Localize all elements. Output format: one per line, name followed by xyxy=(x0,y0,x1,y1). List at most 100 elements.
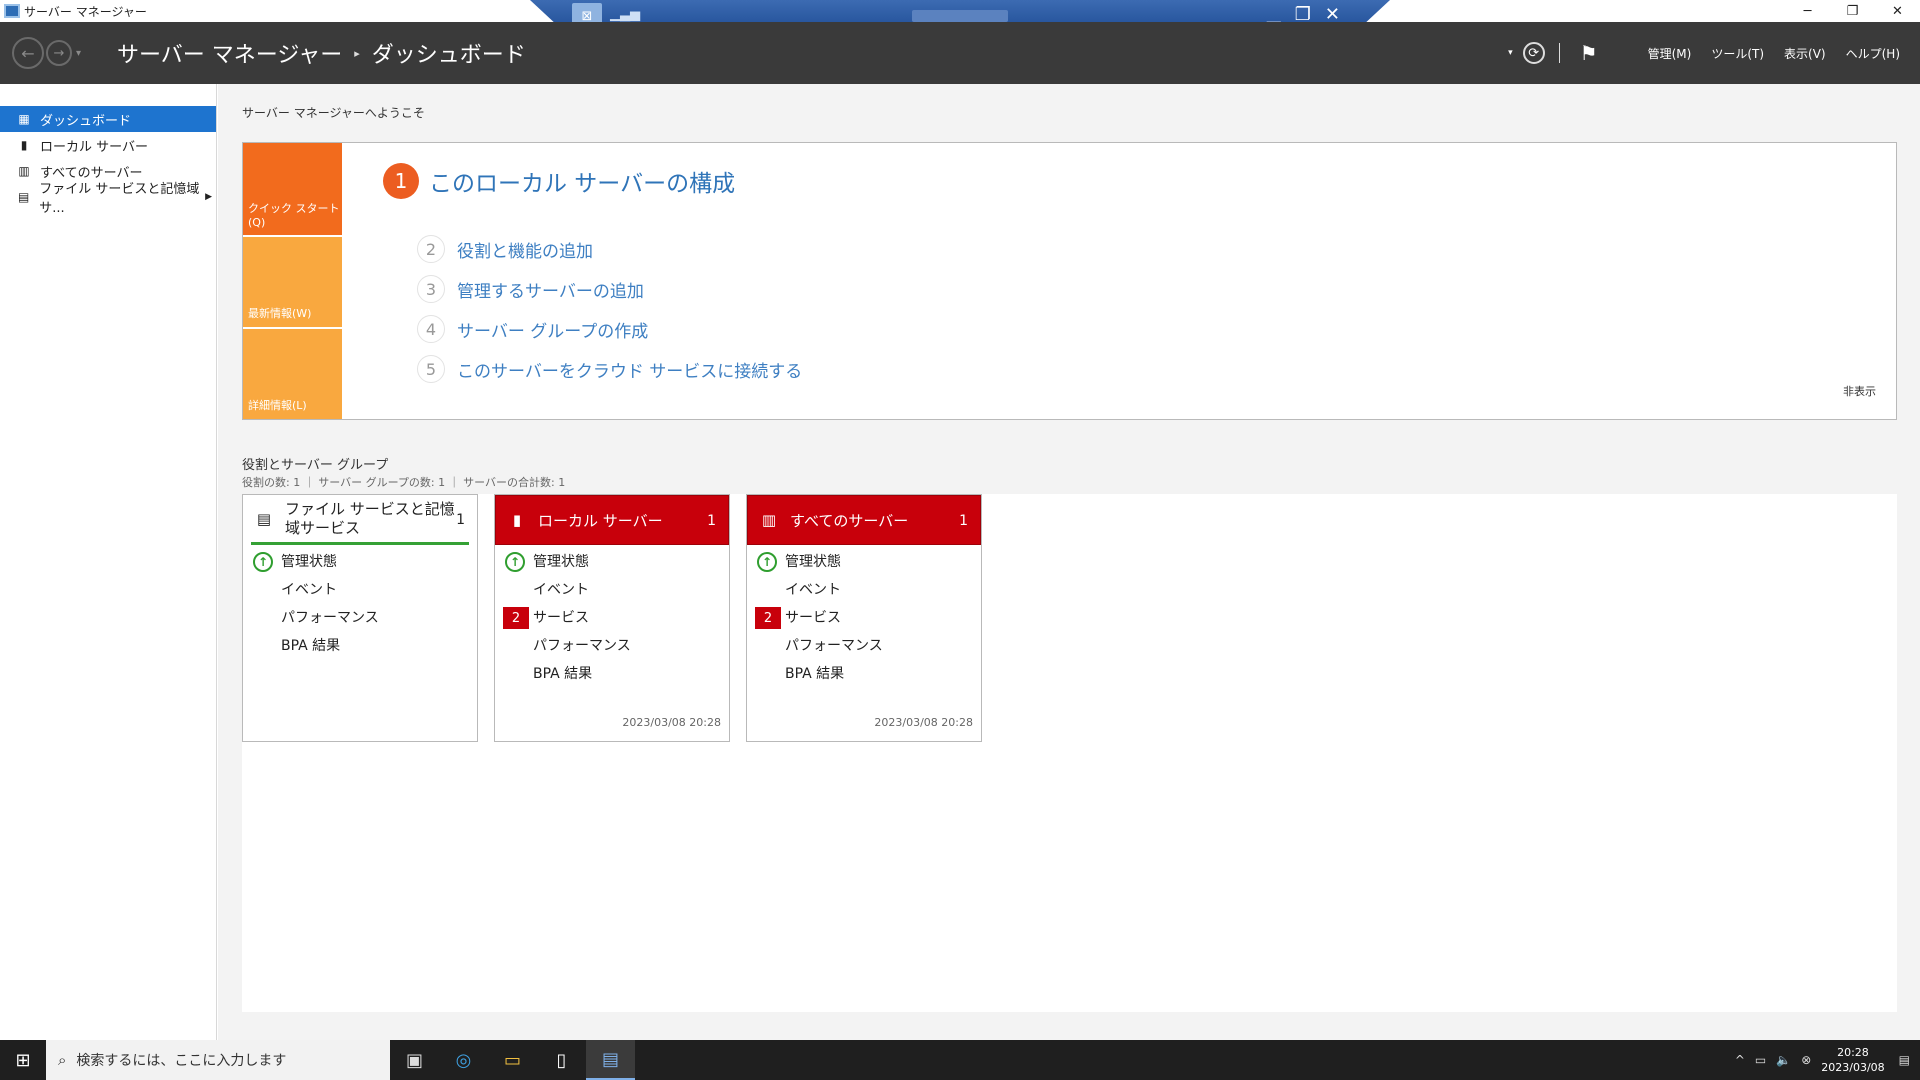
servers-icon: ▥ xyxy=(18,164,30,178)
task-view-icon[interactable]: ▣ xyxy=(390,1040,439,1080)
breadcrumb: サーバー マネージャー ▸ ダッシュボード xyxy=(117,37,526,69)
roles-cards-area: ▤ ファイル サービスと記憶域サービス 1 ↑ 管理状態 イベント パフォーマンス… xyxy=(242,494,1897,1012)
step-label[interactable]: 役割と機能の追加 xyxy=(457,237,593,262)
row-performance[interactable]: パフォーマンス xyxy=(243,603,477,631)
file-services-icon: ▤ xyxy=(256,509,272,528)
main-content: サーバー マネージャーへようこそ クイック スタート(Q) 最新情報(W) 詳細… xyxy=(218,84,1920,1040)
card-count: 1 xyxy=(959,513,968,529)
forward-button[interactable]: → xyxy=(46,40,72,66)
minimize-button[interactable]: ─ xyxy=(1785,0,1830,22)
step-configure-local-server[interactable]: 1 このローカル サーバーの構成 xyxy=(383,163,735,199)
signal-icon[interactable]: ▁▃▅ xyxy=(610,7,640,22)
menu-view[interactable]: 表示(V) xyxy=(1784,45,1826,62)
tab-whats-new[interactable]: 最新情報(W) xyxy=(243,235,342,327)
row-events[interactable]: イベント xyxy=(495,575,729,603)
close-button[interactable]: ✕ xyxy=(1875,0,1920,22)
clock-date: 2023/03/08 xyxy=(1821,1061,1885,1074)
sidebar-item-dashboard[interactable]: ▦ ダッシュボード xyxy=(0,106,216,132)
step-connect-cloud[interactable]: 5 このサーバーをクラウド サービスに接続する xyxy=(417,349,802,389)
server-manager-icon[interactable]: ▤ xyxy=(586,1040,635,1080)
row-services[interactable]: 2 サービス xyxy=(747,603,981,631)
alert-count-badge: 2 xyxy=(503,607,529,629)
breadcrumb-current: ダッシュボード xyxy=(371,43,526,68)
row-bpa-results[interactable]: BPA 結果 xyxy=(495,659,729,687)
back-button[interactable]: ← xyxy=(12,37,44,69)
nav-dropdown-icon[interactable]: ▾ xyxy=(76,48,81,59)
servers-icon: ▥ xyxy=(761,511,777,529)
step-add-roles[interactable]: 2 役割と機能の追加 xyxy=(417,229,802,269)
sidebar-item-local-server[interactable]: ▮ ローカル サーバー xyxy=(0,132,216,158)
breadcrumb-separator-icon: ▸ xyxy=(354,46,360,60)
card-header[interactable]: ▤ ファイル サービスと記憶域サービス 1 xyxy=(251,495,469,545)
step-label[interactable]: このローカル サーバーの構成 xyxy=(429,164,735,198)
notepad-icon[interactable]: ▯ xyxy=(537,1040,586,1080)
row-manageability[interactable]: ↑ 管理状態 xyxy=(747,547,981,575)
server-icon: ▮ xyxy=(512,511,522,529)
volume-icon[interactable]: 🔈 xyxy=(1776,1053,1791,1067)
expand-arrow-icon[interactable]: ▶ xyxy=(205,192,212,202)
row-bpa-results[interactable]: BPA 結果 xyxy=(243,631,477,659)
card-header[interactable]: ▮ ローカル サーバー 1 xyxy=(495,495,729,545)
step-number: 2 xyxy=(417,235,445,263)
window-title: サーバー マネージャー xyxy=(24,4,147,19)
card-count: 1 xyxy=(707,513,716,529)
card-timestamp: 2023/03/08 20:28 xyxy=(622,716,721,729)
tab-learn-more[interactable]: 詳細情報(L) xyxy=(243,327,342,419)
card-file-services[interactable]: ▤ ファイル サービスと記憶域サービス 1 ↑ 管理状態 イベント パフォーマンス… xyxy=(242,494,478,742)
status-icon[interactable]: ⊗ xyxy=(1801,1053,1811,1067)
menu-manage[interactable]: 管理(M) xyxy=(1648,45,1692,62)
card-header[interactable]: ▥ すべてのサーバー 1 xyxy=(747,495,981,545)
row-services[interactable]: 2 サービス xyxy=(495,603,729,631)
step-create-group[interactable]: 4 サーバー グループの作成 xyxy=(417,309,802,349)
menu-tools[interactable]: ツール(T) xyxy=(1711,45,1764,62)
ok-arrow-icon: ↑ xyxy=(253,552,273,572)
menu-help[interactable]: ヘルプ(H) xyxy=(1846,45,1900,62)
clock-time: 20:28 xyxy=(1837,1046,1869,1059)
row-manageability[interactable]: ↑ 管理状態 xyxy=(243,547,477,575)
tab-quick-start[interactable]: クイック スタート(Q) xyxy=(243,143,342,235)
explorer-icon[interactable]: ▭ xyxy=(488,1040,537,1080)
connection-name xyxy=(912,10,1008,22)
file-services-icon: ▤ xyxy=(17,190,30,204)
step-number: 1 xyxy=(383,163,419,199)
sidebar-item-file-services[interactable]: ▤ ファイル サービスと記憶域サ... ▶ xyxy=(0,182,216,216)
clock[interactable]: 20:28 2023/03/08 xyxy=(1821,1045,1884,1075)
hide-link[interactable]: 非表示 xyxy=(1843,383,1876,399)
step-add-servers[interactable]: 3 管理するサーバーの追加 xyxy=(417,269,802,309)
card-timestamp: 2023/03/08 20:28 xyxy=(874,716,973,729)
sidebar-item-label: ローカル サーバー xyxy=(40,139,149,155)
notification-center-icon[interactable]: ▤ xyxy=(1899,1053,1910,1067)
breadcrumb-root[interactable]: サーバー マネージャー xyxy=(117,37,342,69)
card-title: すべてのサーバー xyxy=(790,511,909,530)
row-performance[interactable]: パフォーマンス xyxy=(495,631,729,659)
refresh-dropdown-icon[interactable]: ▾ xyxy=(1508,48,1513,58)
taskbar-search-box[interactable]: ⌕ 検索するには、ここに入力します xyxy=(46,1040,390,1080)
row-bpa-results[interactable]: BPA 結果 xyxy=(747,659,981,687)
header-bar: ← → ▾ サーバー マネージャー ▸ ダッシュボード ▾ ⟳ ⚑ 管理(M) … xyxy=(0,22,1920,84)
row-manageability[interactable]: ↑ 管理状態 xyxy=(495,547,729,575)
ok-arrow-icon: ↑ xyxy=(757,552,777,572)
row-performance[interactable]: パフォーマンス xyxy=(747,631,981,659)
search-icon: ⌕ xyxy=(58,1051,67,1069)
notifications-flag-icon[interactable]: ⚑ xyxy=(1580,41,1598,65)
roles-subtitle: 役割の数: 1 ｜ サーバー グループの数: 1 ｜ サーバーの合計数: 1 xyxy=(242,476,566,489)
restore-button[interactable]: ❐ xyxy=(1830,0,1875,22)
step-number: 3 xyxy=(417,275,445,303)
step-label[interactable]: サーバー グループの作成 xyxy=(457,317,648,342)
row-events[interactable]: イベント xyxy=(243,575,477,603)
welcome-heading: サーバー マネージャーへようこそ xyxy=(242,106,425,120)
quick-start-panel: クイック スタート(Q) 最新情報(W) 詳細情報(L) 1 このローカル サー… xyxy=(242,142,1897,420)
card-local-server[interactable]: ▮ ローカル サーバー 1 ↑ 管理状態 イベント 2 サービス パフォーマンス B… xyxy=(494,494,730,742)
card-all-servers[interactable]: ▥ すべてのサーバー 1 ↑ 管理状態 イベント 2 サービス パフォーマンス BP… xyxy=(746,494,982,742)
refresh-icon[interactable]: ⟳ xyxy=(1522,42,1545,64)
step-label[interactable]: 管理するサーバーの追加 xyxy=(457,277,644,302)
row-events[interactable]: イベント xyxy=(747,575,981,603)
server-manager-icon xyxy=(4,4,20,18)
search-placeholder: 検索するには、ここに入力します xyxy=(76,1053,287,1069)
sidebar-item-label: ファイル サービスと記憶域サ... xyxy=(39,182,200,216)
edge-icon[interactable]: ◎ xyxy=(439,1040,488,1080)
network-icon[interactable]: ▭ xyxy=(1755,1053,1766,1067)
start-button[interactable]: ⊞ xyxy=(0,1040,46,1080)
step-label[interactable]: このサーバーをクラウド サービスに接続する xyxy=(457,357,802,382)
show-hidden-icons-icon[interactable]: ^ xyxy=(1735,1053,1745,1067)
